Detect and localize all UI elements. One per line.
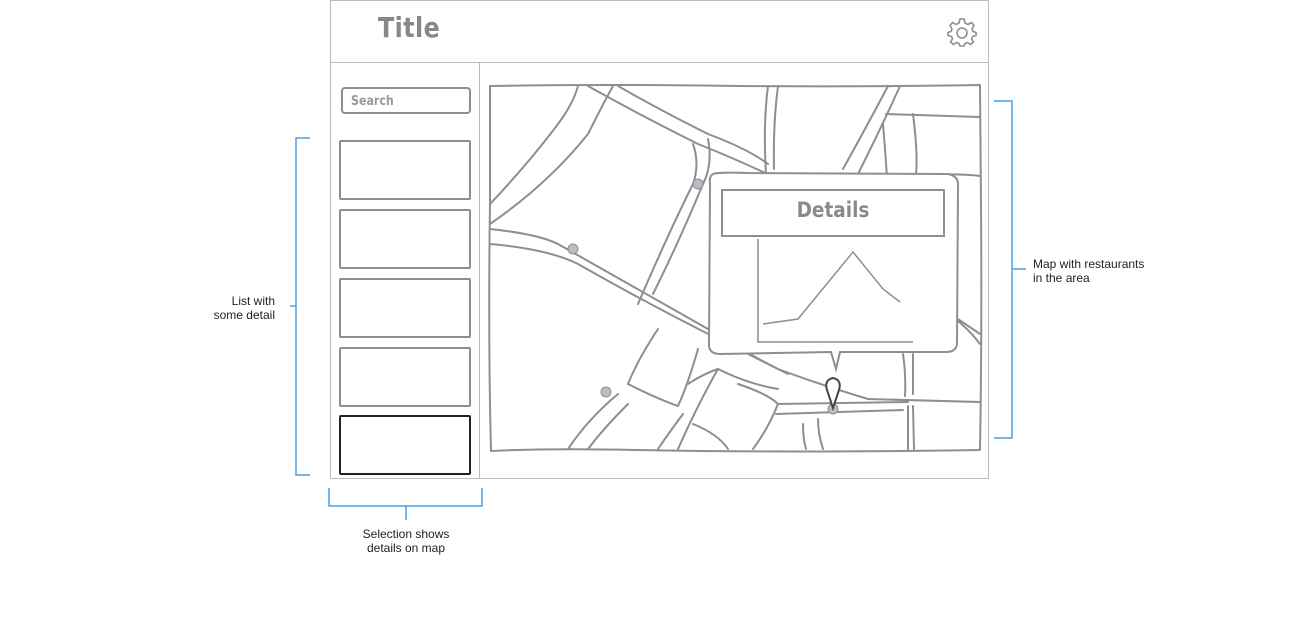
list-item[interactable] xyxy=(339,140,471,200)
restaurant-marker[interactable] xyxy=(600,386,612,398)
list-item-selected[interactable] xyxy=(339,415,471,475)
selection-annotation-text: Selection shows details on map xyxy=(362,527,450,555)
gear-icon xyxy=(947,18,977,47)
list-item[interactable] xyxy=(339,347,471,407)
wireframe-canvas: List with some detail Selection shows de… xyxy=(0,0,1307,640)
settings-button[interactable] xyxy=(947,17,977,47)
list-annotation-text: List with some detail xyxy=(213,294,275,322)
restaurant-marker[interactable] xyxy=(692,178,704,190)
map-annotation-text: Map with restaurants in the area xyxy=(1033,257,1145,285)
restaurant-map[interactable] xyxy=(488,84,983,453)
map-annotation-bracket xyxy=(994,100,1026,439)
search-placeholder: Search xyxy=(351,94,394,109)
app-header: Title xyxy=(331,1,988,63)
list-item[interactable] xyxy=(339,278,471,338)
list-annotation-bracket xyxy=(290,137,310,476)
app-title: Title xyxy=(378,11,441,44)
sidebar-divider xyxy=(479,63,480,479)
list-item[interactable] xyxy=(339,209,471,269)
selection-annotation-bracket xyxy=(328,488,483,520)
restaurant-marker[interactable] xyxy=(567,243,579,255)
search-input[interactable]: Search xyxy=(341,87,471,114)
details-popup-title: Details xyxy=(796,198,870,222)
